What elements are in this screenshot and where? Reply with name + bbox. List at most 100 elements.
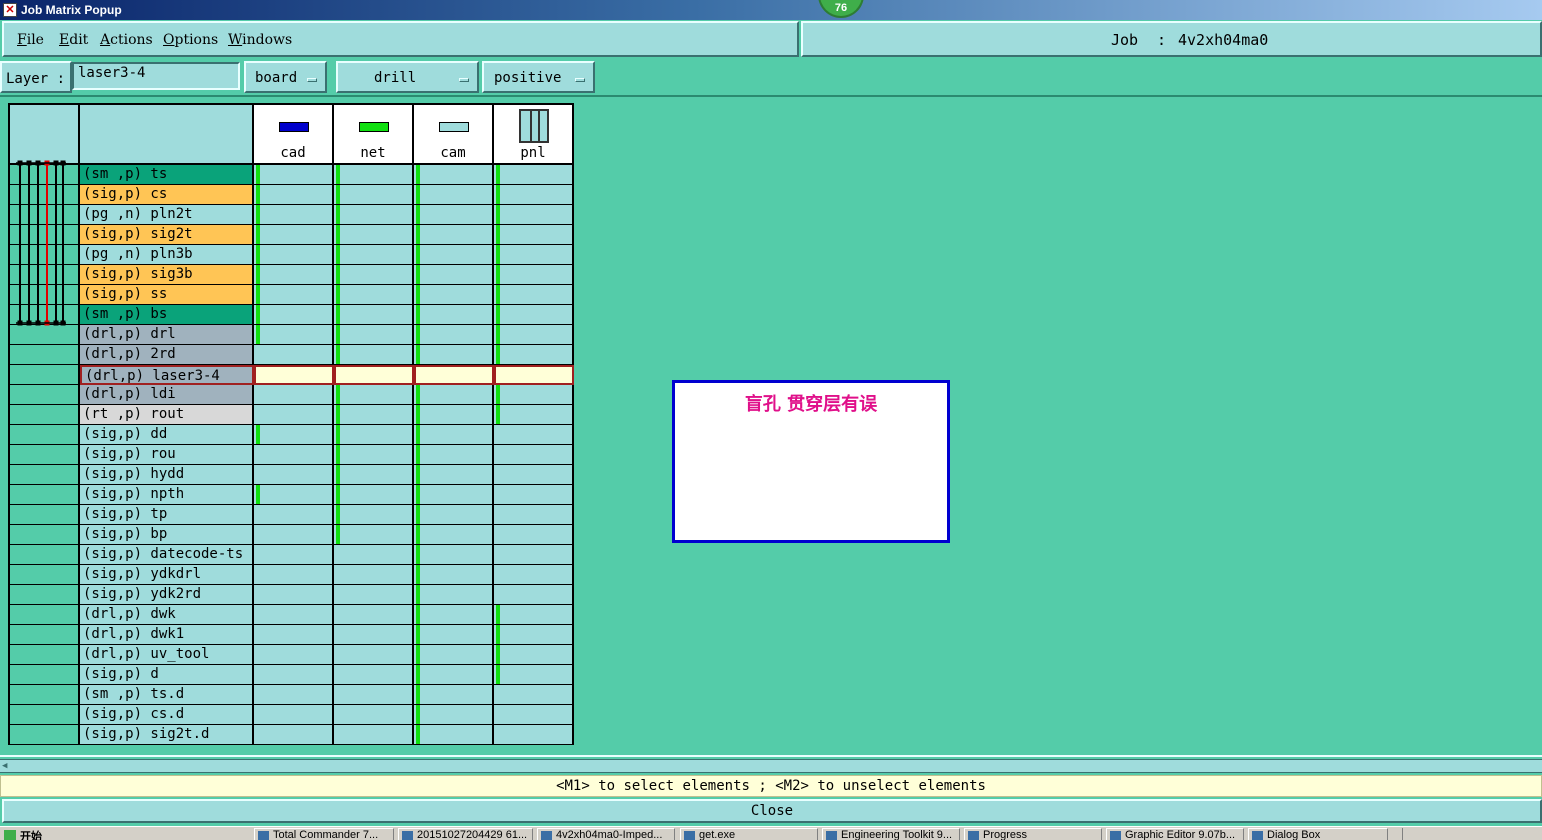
matrix-cell[interactable] [334,525,414,545]
layer-row-name[interactable]: (sig,p) ss [80,285,254,305]
matrix-cell[interactable] [494,465,574,485]
taskbar-item[interactable]: Progress [964,828,1102,840]
taskbar-item[interactable]: Graphic Editor 9.07b... [1106,828,1244,840]
matrix-cell[interactable] [334,405,414,425]
layer-row-name[interactable]: (sig,p) npth [80,485,254,505]
layer-input[interactable]: laser3-4 [72,62,240,90]
matrix-cell[interactable] [414,705,494,725]
matrix-cell[interactable] [254,225,334,245]
matrix-cell[interactable] [334,585,414,605]
matrix-cell[interactable] [414,385,494,405]
matrix-cell[interactable] [494,185,574,205]
matrix-cell[interactable] [254,385,334,405]
matrix-cell[interactable] [414,325,494,345]
matrix-cell[interactable] [254,345,334,365]
matrix-cell[interactable] [254,665,334,685]
matrix-cell[interactable] [254,525,334,545]
matrix-cell[interactable] [494,485,574,505]
matrix-cell[interactable] [414,725,494,745]
matrix-cell[interactable] [334,705,414,725]
taskbar-item[interactable]: 20151027204429 61... [398,828,533,840]
matrix-cell[interactable] [254,645,334,665]
taskbar-item[interactable]: 4v2xh04ma0-Imped... [537,828,675,840]
matrix-cell[interactable] [414,505,494,525]
matrix-cell[interactable] [254,165,334,185]
matrix-cell[interactable] [494,645,574,665]
matrix-cell[interactable] [414,405,494,425]
matrix-cell[interactable] [494,385,574,405]
matrix-cell[interactable] [334,725,414,745]
menu-file[interactable]: File [17,32,44,48]
layer-row-name[interactable]: (drl,p) laser3-4 [80,365,254,385]
scroll-left-icon[interactable]: ◀ [2,761,12,771]
taskbar-item[interactable]: Dialog Box [1248,828,1388,840]
layer-row-name[interactable]: (sig,p) sig3b [80,265,254,285]
layer-row-name[interactable]: (pg ,n) pln2t [80,205,254,225]
matrix-cell[interactable] [334,625,414,645]
matrix-cell[interactable] [334,385,414,405]
layer-row-name[interactable]: (sig,p) rou [80,445,254,465]
matrix-cell[interactable] [254,565,334,585]
matrix-cell[interactable] [334,665,414,685]
matrix-cell[interactable] [494,205,574,225]
matrix-cell[interactable] [414,685,494,705]
matrix-cell[interactable] [254,545,334,565]
matrix-cell[interactable] [414,285,494,305]
matrix-cell[interactable] [494,525,574,545]
matrix-cell[interactable] [494,725,574,745]
taskbar-item[interactable]: get.exe [680,828,818,840]
layer-row-name[interactable]: (sig,p) ydkdrl [80,565,254,585]
matrix-cell[interactable] [254,465,334,485]
matrix-cell[interactable] [414,465,494,485]
matrix-cell[interactable] [334,505,414,525]
layer-row-name[interactable]: (sig,p) datecode-ts [80,545,254,565]
menu-edit[interactable]: Edit [59,32,88,48]
layer-row-name[interactable]: (sig,p) cs.d [80,705,254,725]
matrix-cell[interactable] [414,225,494,245]
matrix-cell[interactable] [334,325,414,345]
matrix-cell[interactable] [254,605,334,625]
matrix-cell[interactable] [494,685,574,705]
type-dropdown[interactable]: drill [336,61,479,93]
matrix-cell[interactable] [494,425,574,445]
matrix-cell[interactable] [414,485,494,505]
layer-row-name[interactable]: (sig,p) cs [80,185,254,205]
horizontal-scrollbar[interactable]: ◀ [0,759,1542,773]
matrix-cell[interactable] [414,165,494,185]
matrix-cell[interactable] [494,545,574,565]
layer-row-name[interactable]: (sig,p) hydd [80,465,254,485]
matrix-cell[interactable] [254,505,334,525]
layer-row-name[interactable]: (drl,p) ldi [80,385,254,405]
matrix-cell[interactable] [334,645,414,665]
matrix-cell[interactable] [494,165,574,185]
matrix-cell[interactable] [414,545,494,565]
layer-row-name[interactable]: (drl,p) drl [80,325,254,345]
matrix-cell[interactable] [254,265,334,285]
matrix-cell[interactable] [334,285,414,305]
matrix-cell[interactable] [494,365,574,385]
matrix-cell[interactable] [414,525,494,545]
matrix-cell[interactable] [334,465,414,485]
matrix-cell[interactable] [254,425,334,445]
layer-row-name[interactable]: (sig,p) ydk2rd [80,585,254,605]
layer-row-name[interactable]: (drl,p) uv_tool [80,645,254,665]
matrix-cell[interactable] [414,565,494,585]
matrix-cell[interactable] [494,565,574,585]
layer-row-name[interactable]: (drl,p) 2rd [80,345,254,365]
taskbar-item[interactable]: Total Commander 7... [254,828,394,840]
matrix-cell[interactable] [494,225,574,245]
matrix-cell[interactable] [254,185,334,205]
matrix-cell[interactable] [334,445,414,465]
matrix-cell[interactable] [334,425,414,445]
matrix-cell[interactable] [494,345,574,365]
layer-row-name[interactable]: (sig,p) tp [80,505,254,525]
menu-actions[interactable]: Actions [100,32,153,48]
polarity-dropdown[interactable]: positive [482,61,595,93]
layer-row-name[interactable]: (sig,p) sig2t [80,225,254,245]
matrix-cell[interactable] [494,325,574,345]
matrix-cell[interactable] [254,365,334,385]
matrix-cell[interactable] [334,265,414,285]
layer-row-name[interactable]: (sig,p) dd [80,425,254,445]
matrix-cell[interactable] [334,165,414,185]
matrix-cell[interactable] [334,685,414,705]
